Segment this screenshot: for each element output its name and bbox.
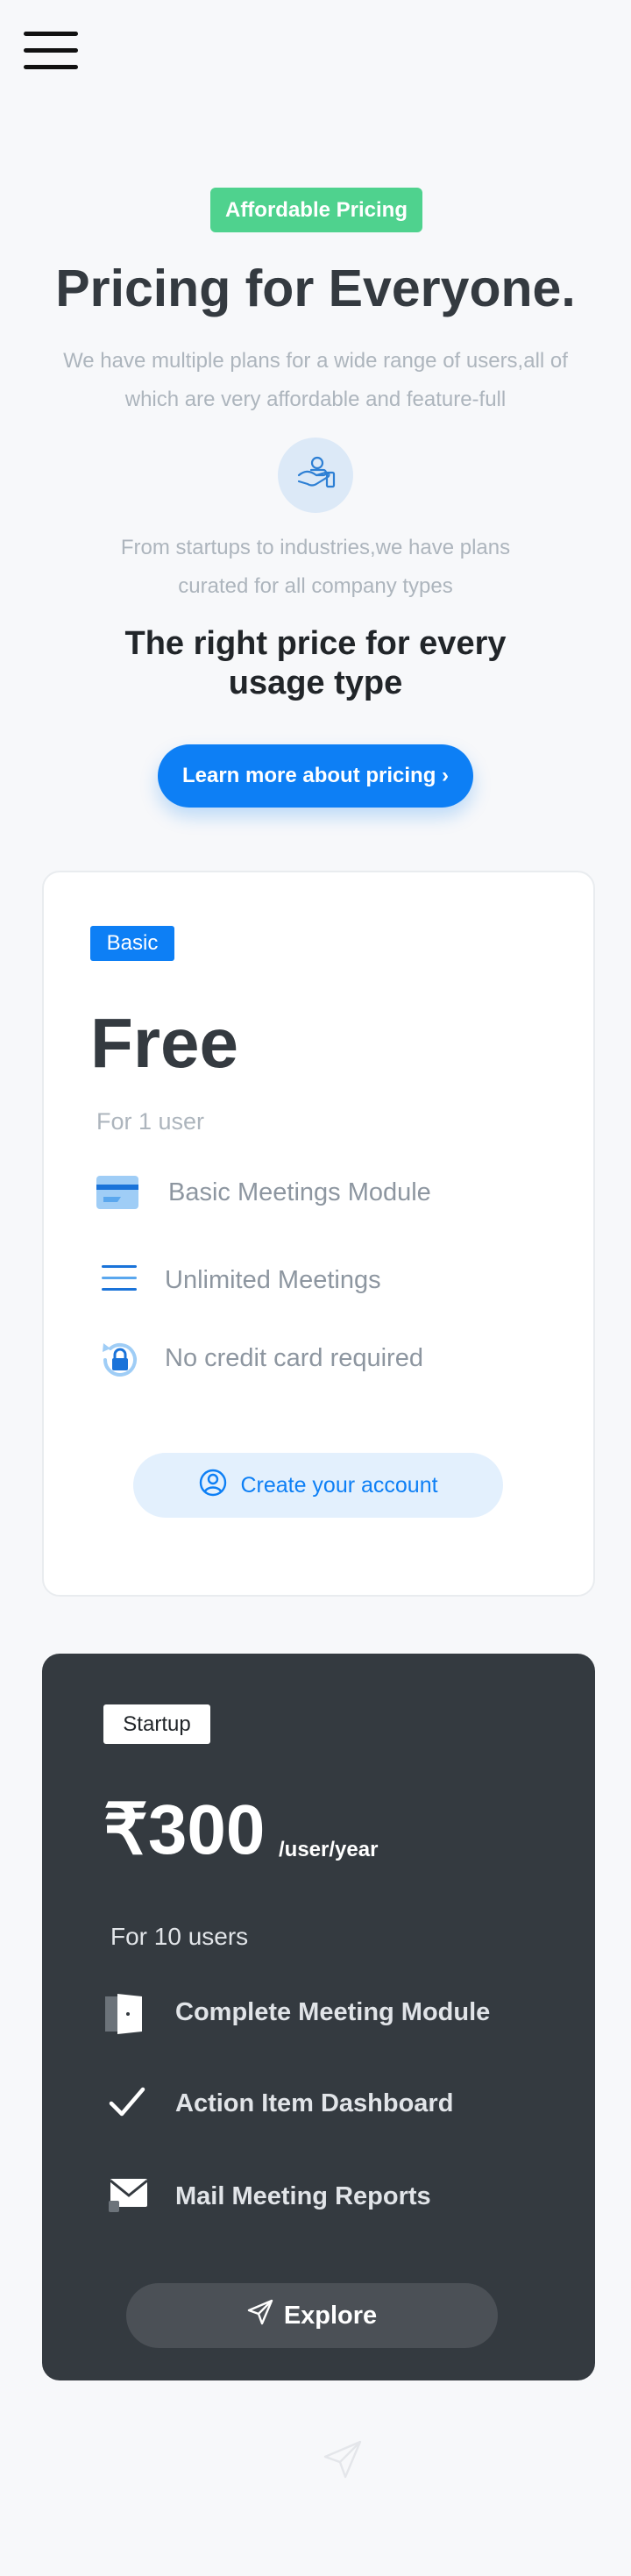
startup-users: For 10 users: [110, 1923, 249, 1950]
plan-tag-basic: Basic: [90, 926, 174, 961]
paper-plane-icon: [323, 2439, 363, 2480]
hand-coin-icon: [278, 438, 353, 513]
basic-price: Free: [90, 1004, 238, 1082]
hamburger-icon[interactable]: [24, 32, 78, 70]
startup-price-period: /user/year: [279, 1838, 379, 1861]
paper-plane-icon: [247, 2299, 273, 2332]
feature-label: Complete Meeting Module: [175, 1998, 491, 2026]
learn-more-pricing-button[interactable]: Learn more about pricing ›: [158, 744, 473, 808]
explore-button[interactable]: Explore: [126, 2283, 498, 2348]
hero-description: From startups to industries,we have plan…: [120, 536, 511, 598]
check-icon: [109, 2087, 145, 2118]
page-title: Pricing for Everyone.: [55, 260, 576, 317]
feature-label: Basic Meetings Module: [168, 1178, 431, 1206]
affordable-pricing-badge: Affordable Pricing: [210, 188, 422, 232]
create-account-label: Create your account: [240, 1472, 438, 1498]
hero-subtitle: We have multiple plans for a wide range …: [63, 349, 568, 411]
lock-refresh-icon: [96, 1336, 144, 1384]
user-circle-icon: [198, 1468, 228, 1504]
plan-tag-startup: Startup: [103, 1704, 210, 1744]
hero-tagline: The right price for every usage type: [124, 625, 507, 701]
basic-users: For 1 user: [96, 1108, 205, 1135]
startup-price: ₹300: [103, 1790, 266, 1868]
feature-label: No credit card required: [165, 1344, 423, 1372]
feature-label: Mail Meeting Reports: [175, 2182, 431, 2210]
explore-label: Explore: [283, 2301, 378, 2330]
card-icon: [96, 1176, 138, 1209]
door-icon: [105, 1994, 144, 2034]
create-account-button[interactable]: Create your account: [133, 1453, 503, 1518]
mail-icon: [109, 2177, 151, 2212]
list-icon: [102, 1263, 137, 1293]
feature-label: Action Item Dashboard: [175, 2089, 454, 2117]
feature-label: Unlimited Meetings: [165, 1266, 381, 1294]
